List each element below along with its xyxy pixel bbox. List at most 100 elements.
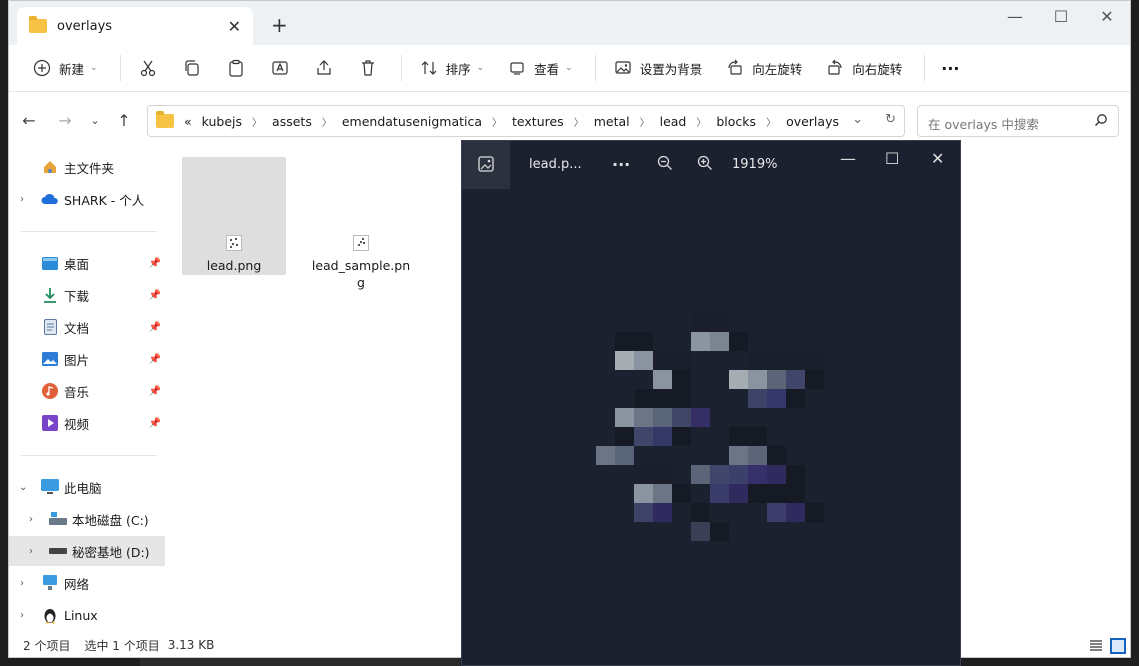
sidebar-item-onedrive[interactable]: › SHARK - 个人 <box>9 184 165 214</box>
image-pixel <box>672 484 691 503</box>
rotate-right-button[interactable]: 向右旋转 <box>816 51 910 85</box>
new-button[interactable]: 新建 ⌄ <box>23 51 106 85</box>
sidebar-item-desktop[interactable]: 桌面 📌 <box>9 248 165 278</box>
breadcrumb-overlays[interactable]: overlays <box>786 114 839 129</box>
image-pixel <box>729 370 748 389</box>
minimize-button[interactable]: — <box>992 7 1038 26</box>
sidebar-item-downloads[interactable]: 下载 📌 <box>9 280 165 310</box>
details-view-button[interactable] <box>1088 638 1104 654</box>
view-button[interactable]: 查看 ⌄ <box>498 51 581 85</box>
sidebar-item-this-pc[interactable]: ⌄ 此电脑 <box>9 472 165 502</box>
chevron-right-icon[interactable]: › <box>29 546 33 557</box>
recent-dropdown-button[interactable]: ⌄ <box>83 114 107 127</box>
breadcrumb-kubejs[interactable]: kubejs <box>202 114 242 129</box>
zoomed-pixel-image <box>596 313 856 553</box>
up-button[interactable]: ↑ <box>112 111 136 130</box>
paste-button[interactable] <box>217 51 255 85</box>
chevron-right-icon[interactable]: › <box>29 514 33 525</box>
cloud-icon <box>41 190 59 208</box>
tab-overlays[interactable]: overlays ✕ <box>17 7 253 45</box>
overflow-crumb[interactable]: « <box>184 114 192 129</box>
more-options-button[interactable]: ··· <box>933 53 967 84</box>
tiles-view-button[interactable] <box>1110 638 1126 654</box>
plus-circle-icon <box>31 57 53 79</box>
breadcrumb-lead[interactable]: lead <box>660 114 687 129</box>
share-button[interactable] <box>305 51 343 85</box>
chevron-down-icon[interactable]: ⌄ <box>19 482 27 493</box>
sidebar-item-drive-c[interactable]: › 本地磁盘 (C:) <box>9 504 165 534</box>
image-pixel <box>786 503 805 522</box>
sidebar-item-documents[interactable]: 文档 📌 <box>9 312 165 342</box>
sidebar-item-label: SHARK - 个人 <box>64 192 145 208</box>
maximize-button[interactable]: ☐ <box>1038 7 1084 26</box>
sidebar-item-videos[interactable]: 视频 📌 <box>9 408 165 438</box>
chevron-right-icon[interactable]: › <box>20 578 24 589</box>
new-tab-button[interactable]: + <box>271 13 288 37</box>
forward-button[interactable]: → <box>53 111 77 130</box>
gallery-button[interactable] <box>462 141 510 189</box>
chevron-down-icon[interactable]: ⌄ <box>852 112 863 127</box>
zoom-out-icon[interactable] <box>657 155 673 175</box>
file-name: lead.png <box>206 258 262 273</box>
download-icon <box>41 286 59 304</box>
chevron-right-icon[interactable]: › <box>20 194 24 205</box>
viewer-minimize-button[interactable]: — <box>840 149 856 168</box>
folder-icon <box>156 111 174 128</box>
image-icon <box>478 155 494 175</box>
drive-icon <box>49 542 67 560</box>
image-thumbnail-icon <box>353 235 369 251</box>
selection-count: 选中 1 个项目 <box>84 638 160 653</box>
breadcrumb-metal[interactable]: metal <box>594 114 630 129</box>
pin-icon: 📌 <box>148 417 161 429</box>
viewer-more-button[interactable]: ··· <box>612 155 630 174</box>
sidebar-item-pictures[interactable]: 图片 📌 <box>9 344 165 374</box>
address-bar[interactable]: « kubejs 〉 assets 〉 emendatusenigmatica … <box>147 105 905 137</box>
computer-icon <box>41 478 59 496</box>
sidebar-item-linux[interactable]: › Linux <box>9 600 165 630</box>
refresh-icon[interactable]: ↻ <box>885 112 896 127</box>
rotate-left-button[interactable]: 向左旋转 <box>716 51 810 85</box>
viewer-maximize-button[interactable]: ☐ <box>885 149 899 168</box>
navigation-pane: 主文件夹 › SHARK - 个人 桌面 📌 下载 📌 文档 📌 图片 📌 音乐… <box>9 149 169 633</box>
image-pixel <box>748 370 767 389</box>
sidebar-item-music[interactable]: 音乐 📌 <box>9 376 165 406</box>
viewer-close-button[interactable]: ✕ <box>931 149 944 168</box>
search-input[interactable]: 在 overlays 中搜索 <box>917 105 1119 137</box>
image-pixel <box>596 446 615 465</box>
image-pixel <box>710 465 729 484</box>
back-button[interactable]: ← <box>17 111 41 130</box>
image-pixel <box>767 465 786 484</box>
file-item-lead-png[interactable]: lead.png <box>182 157 286 275</box>
image-pixel <box>672 370 691 389</box>
sort-button[interactable]: 排序 ⌄ <box>410 51 493 85</box>
zoom-in-icon[interactable] <box>697 155 713 175</box>
title-bar: overlays ✕ + — ☐ ✕ <box>9 1 1130 45</box>
sidebar-item-label: 音乐 <box>64 384 90 400</box>
breadcrumb-emendatusenigmatica[interactable]: emendatusenigmatica <box>342 114 482 129</box>
image-thumbnail-icon <box>226 235 242 251</box>
breadcrumb-textures[interactable]: textures <box>512 114 564 129</box>
sidebar-item-label: 网络 <box>64 576 90 592</box>
sidebar-item-drive-d[interactable]: › 秘密基地 (D:) <box>9 536 165 566</box>
rename-button[interactable] <box>261 51 299 85</box>
file-item-lead-sample-png[interactable]: lead_sample.png <box>309 157 413 291</box>
breadcrumb-assets[interactable]: assets <box>272 114 312 129</box>
background-window-strip <box>140 658 460 666</box>
set-background-button[interactable]: 设置为背景 <box>604 51 711 85</box>
more-icon: ··· <box>941 58 960 78</box>
tab-close-button[interactable]: ✕ <box>228 17 241 36</box>
image-pixel <box>691 332 710 351</box>
cut-button[interactable] <box>129 51 167 85</box>
sidebar-item-label: Linux <box>64 607 98 623</box>
delete-button[interactable] <box>349 51 387 85</box>
copy-button[interactable] <box>173 51 211 85</box>
tab-title: overlays <box>57 18 113 34</box>
image-pixel <box>634 484 653 503</box>
close-button[interactable]: ✕ <box>1084 7 1130 26</box>
sidebar-item-home[interactable]: 主文件夹 <box>9 152 165 182</box>
image-pixel <box>634 332 653 351</box>
sidebar-item-network[interactable]: › 网络 <box>9 568 165 598</box>
address-row: ← → ⌄ ↑ « kubejs 〉 assets 〉 emendatuseni… <box>9 103 1130 141</box>
chevron-right-icon[interactable]: › <box>20 610 24 621</box>
breadcrumb-blocks[interactable]: blocks <box>716 114 756 129</box>
